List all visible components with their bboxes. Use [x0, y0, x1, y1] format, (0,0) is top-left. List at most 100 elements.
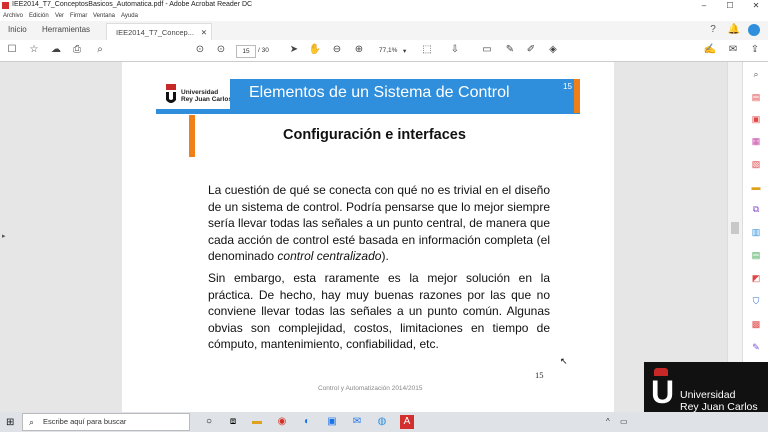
comment-tool-icon[interactable]: ▬ [750, 181, 762, 193]
protect-shield-icon[interactable]: ⛉ [750, 295, 762, 307]
window-title: IEE2014_T7_ConceptosBasicos_Automatica.p… [12, 1, 253, 8]
vertical-scrollbar[interactable] [727, 62, 743, 412]
scrollbar-thumb[interactable] [731, 222, 739, 234]
zoom-search-icon[interactable]: ⌕ [750, 68, 762, 80]
taskbar-search-box[interactable]: ⌕ Escribe aquí para buscar [22, 413, 190, 431]
toolbar: ☐ ☆ ☁ ⎙ ⌕ ⊙ ⊙ 15 / 30 ➤ ✋ ⊖ ⊕ 77,1% ▾ ⬚ … [0, 40, 768, 62]
acrobat-taskbar-icon[interactable]: A [400, 415, 414, 429]
page-down-icon[interactable]: ⊙ [214, 43, 228, 57]
urjc-logo-overlay: U Universidad Rey Juan Carlos [644, 362, 768, 414]
highlight-pen-icon[interactable]: ✎ [503, 43, 517, 57]
university-name: Universidad Rey Juan Carlos [181, 89, 232, 103]
hand-tool-icon[interactable]: ✋ [308, 43, 322, 57]
zoom-out-icon[interactable]: ⊖ [330, 43, 344, 57]
slide-title-banner: Elementos de un Sistema de Control 15 [230, 79, 580, 113]
menu-firmar[interactable]: Firmar [70, 13, 87, 19]
export-pdf-icon[interactable]: ▤ [750, 91, 762, 103]
page-number-input[interactable]: 15 [236, 45, 256, 58]
start-button[interactable]: ⊞ [6, 417, 14, 428]
taskbar-search-icon: ⌕ [29, 417, 35, 427]
overlay-university-line1: Universidad [680, 389, 736, 401]
skype-icon[interactable]: ◍ [375, 415, 389, 429]
mouse-cursor-icon: ↖ [560, 356, 568, 366]
tab-bar: Inicio Herramientas IEE2014_T7_Concep...… [0, 21, 768, 41]
share-icon[interactable]: ⇪ [748, 43, 762, 57]
comment-icon[interactable]: ▭ [480, 43, 494, 57]
slide-title: Elementos de un Sistema de Control [249, 84, 510, 101]
fill-sign-icon[interactable]: ▥ [750, 226, 762, 238]
paragraph-2: Sin embargo, esta raramente es la mejor … [208, 271, 550, 352]
urjc-logo-letter: U [651, 374, 675, 410]
orange-accent-left [189, 115, 195, 157]
user-avatar[interactable] [748, 24, 760, 36]
close-window-button[interactable]: ✕ [744, 0, 768, 11]
tab-document[interactable]: IEE2014_T7_Concep... ✕ [106, 23, 212, 40]
draw-icon[interactable]: ✐ [524, 43, 538, 57]
slide-footer: Control y Automatización 2014/2015 [318, 385, 423, 392]
stamp-icon[interactable]: ◈ [546, 43, 560, 57]
combine-files-icon[interactable]: ⧉ [750, 203, 762, 215]
email-icon[interactable]: ✉ [726, 43, 740, 57]
sign-icon[interactable]: ✍ [703, 43, 717, 57]
left-panel-toggle-icon[interactable]: ▸ [2, 232, 6, 240]
tray-chevron-icon[interactable]: ^ [606, 417, 610, 426]
zoom-level[interactable]: 77,1% [379, 47, 397, 54]
paragraph-1: La cuestión de qué se conecta con qué no… [208, 182, 550, 265]
menu-archivo[interactable]: Archivo [3, 13, 23, 19]
notifications-bell-icon[interactable]: 🔔 [727, 23, 741, 37]
page-fit-icon[interactable]: ⬚ [420, 43, 434, 57]
title-bar: IEE2014_T7_ConceptosBasicos_Automatica.p… [0, 0, 768, 11]
edge-icon[interactable]: ◐ [300, 415, 314, 429]
paragraph-1-emphasis: control centralizado [277, 249, 382, 264]
zoom-dropdown-chevron-icon[interactable]: ▾ [403, 47, 406, 55]
mail-icon[interactable]: ✉ [350, 415, 364, 429]
menu-bar: Archivo Edición Ver Firmar Ventana Ayuda [0, 11, 768, 21]
total-pages: / 30 [258, 47, 269, 54]
maximize-button[interactable]: ☐ [718, 0, 742, 11]
send-for-signature-icon[interactable]: ✎ [750, 341, 762, 353]
bookmark-icon[interactable]: ☐ [5, 43, 19, 57]
zoom-in-icon[interactable]: ⊕ [352, 43, 366, 57]
minimize-button[interactable]: – [692, 0, 716, 11]
select-cursor-icon[interactable]: ➤ [287, 43, 301, 57]
windows-taskbar: ⊞ ⌕ Escribe aquí para buscar ○ ⧈ ▬ ◉ ◐ ▣… [0, 412, 768, 432]
help-icon[interactable]: ? [706, 23, 720, 37]
paragraph-1-end: ). [381, 249, 389, 264]
slide-subtitle: Configuración e interfaces [283, 127, 466, 143]
taskbar-search-placeholder: Escribe aquí para buscar [43, 417, 127, 426]
urjc-shield-icon [166, 84, 176, 103]
chrome-icon[interactable]: ◉ [275, 415, 289, 429]
create-pdf-icon[interactable]: ▣ [750, 113, 762, 125]
redact-icon[interactable]: ◩ [750, 272, 762, 284]
right-tools-pane: ⌕ ▤ ▣ ▦ ▧ ▬ ⧉ ▥ ▤ ◩ ⛉ ▩ ✎ ▨ ⚙ [742, 62, 768, 412]
menu-ventana[interactable]: Ventana [93, 13, 115, 19]
university-name-line1: Universidad [181, 89, 219, 96]
organize-pages-icon[interactable]: ▦ [750, 135, 762, 147]
network-icon[interactable]: ▭ [620, 417, 628, 426]
compress-icon[interactable]: ▩ [750, 318, 762, 330]
slide-number: 15 [563, 82, 572, 91]
page-number: 15 [535, 370, 544, 380]
upload-cloud-icon[interactable]: ☁ [49, 43, 63, 57]
edit-pdf-icon[interactable]: ▧ [750, 158, 762, 170]
tab-inicio[interactable]: Inicio [8, 25, 27, 34]
menu-ayuda[interactable]: Ayuda [121, 13, 138, 19]
tab-document-label: IEE2014_T7_Concep... [116, 28, 194, 37]
tab-herramientas[interactable]: Herramientas [42, 25, 90, 34]
menu-ver[interactable]: Ver [55, 13, 64, 19]
menu-edicion[interactable]: Edición [29, 13, 49, 19]
scan-icon[interactable]: ▤ [750, 249, 762, 261]
scroll-mode-icon[interactable]: ⇩ [448, 43, 462, 57]
orange-accent-right [574, 79, 580, 113]
word-icon[interactable]: ▣ [325, 415, 339, 429]
favorite-star-icon[interactable]: ☆ [27, 43, 41, 57]
print-icon[interactable]: ⎙ [70, 43, 84, 57]
close-tab-icon[interactable]: ✕ [201, 24, 207, 41]
search-icon[interactable]: ⌕ [93, 43, 107, 57]
file-explorer-icon[interactable]: ▬ [250, 415, 264, 429]
acrobat-app-icon [2, 2, 9, 9]
task-view-icon[interactable]: ⧈ [226, 415, 240, 429]
university-name-line2: Rey Juan Carlos [181, 96, 232, 103]
cortana-icon[interactable]: ○ [202, 415, 216, 429]
page-up-icon[interactable]: ⊙ [193, 43, 207, 57]
